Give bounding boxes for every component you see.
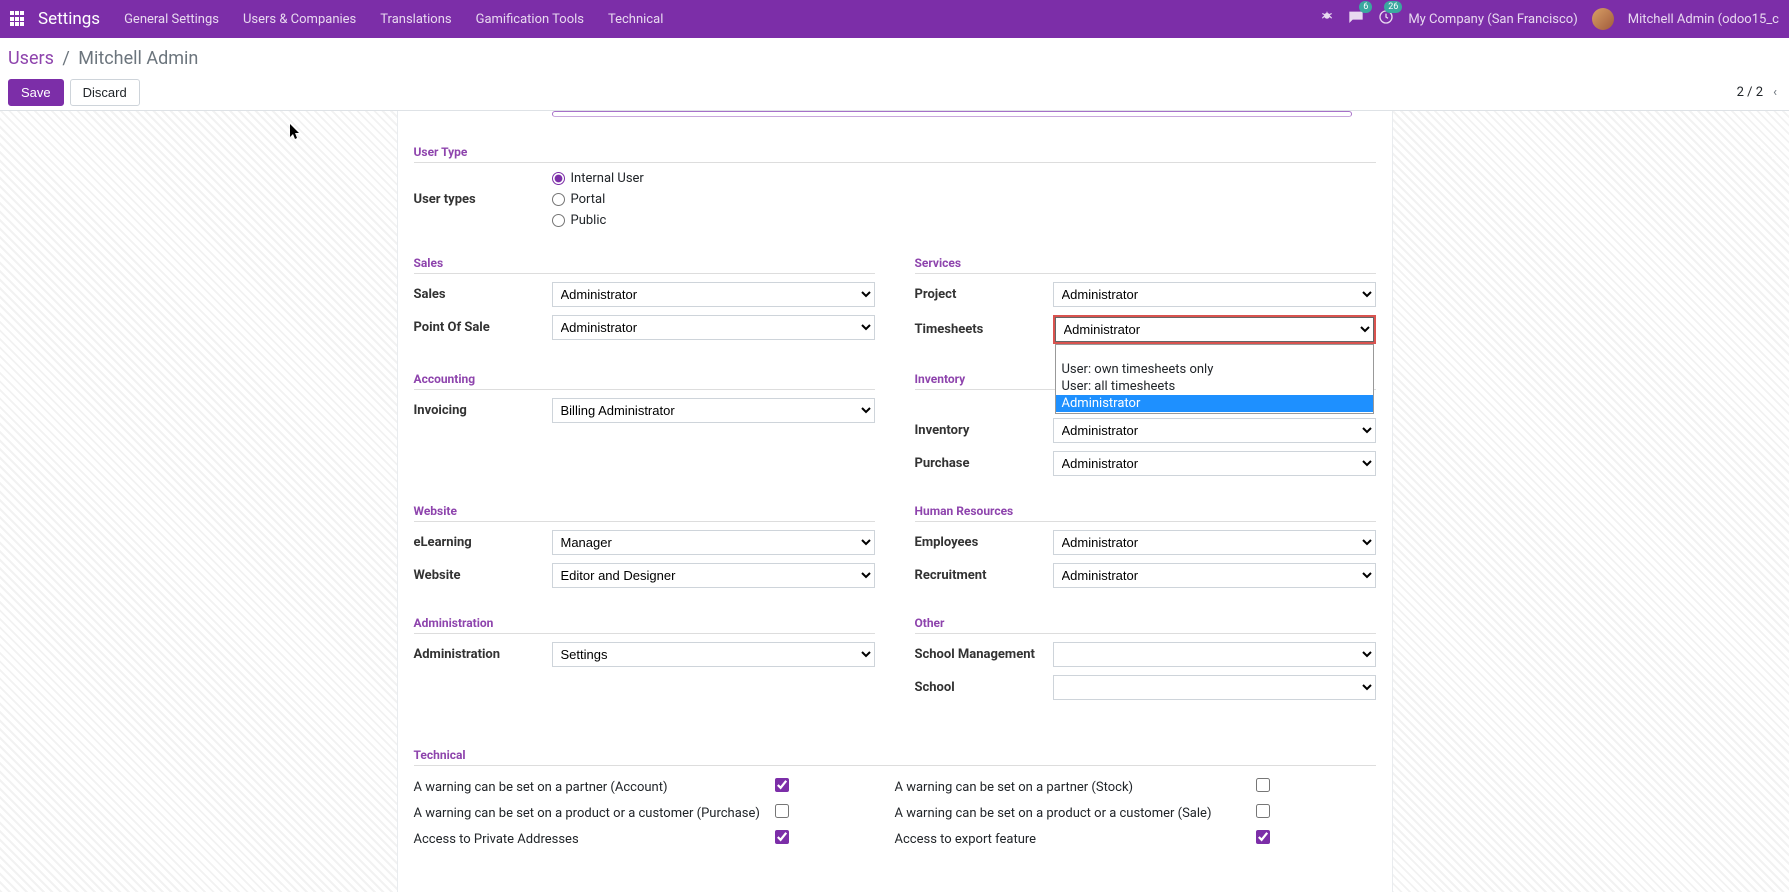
label-purchase: Purchase [915, 456, 1053, 471]
radio-internal-user[interactable]: Internal User [552, 171, 1376, 186]
section-accounting: Accounting [414, 372, 875, 390]
select-school[interactable] [1053, 675, 1376, 700]
tech-label-partner-account: A warning can be set on a partner (Accou… [414, 780, 775, 795]
pager-prev-icon[interactable]: ‹ [1769, 83, 1781, 102]
radio-portal-label: Portal [571, 192, 606, 207]
checkbox-product-sale[interactable] [1256, 804, 1270, 818]
radio-public-label: Public [571, 213, 607, 228]
timesheets-option-all[interactable]: User: all timesheets [1056, 378, 1373, 395]
app-title[interactable]: Settings [38, 9, 100, 29]
breadcrumb: Users / Mitchell Admin [8, 48, 1781, 69]
tech-label-product-purchase: A warning can be set on a product or a c… [414, 806, 775, 821]
messages-badge: 6 [1359, 1, 1372, 13]
pager-text[interactable]: 2 / 2 [1737, 85, 1763, 100]
checkbox-product-purchase[interactable] [775, 804, 789, 818]
checkbox-private-addr[interactable] [775, 830, 789, 844]
tech-label-product-sale: A warning can be set on a product or a c… [895, 806, 1256, 821]
radio-public-input[interactable] [552, 214, 565, 227]
label-timesheets: Timesheets [915, 322, 1053, 337]
debug-icon[interactable] [1320, 10, 1334, 28]
action-bar: Users / Mitchell Admin Save Discard 2 / … [0, 38, 1789, 111]
select-website[interactable]: Editor and Designer [552, 563, 875, 588]
select-purchase[interactable]: Administrator [1053, 451, 1376, 476]
activities-badge: 26 [1384, 1, 1402, 13]
alert-bar-remnant [552, 111, 1352, 117]
select-recruitment[interactable]: Administrator [1053, 563, 1376, 588]
tech-row-0: A warning can be set on a partner (Accou… [414, 774, 1376, 800]
section-other: Other [915, 616, 1376, 634]
section-admin: Administration [414, 616, 875, 634]
select-invoicing[interactable]: Billing Administrator [552, 398, 875, 423]
label-sales: Sales [414, 287, 552, 302]
nav-gamification[interactable]: Gamification Tools [476, 12, 584, 27]
select-employees[interactable]: Administrator [1053, 530, 1376, 555]
radio-portal[interactable]: Portal [552, 192, 1376, 207]
section-services: Services [915, 256, 1376, 274]
company-switcher[interactable]: My Company (San Francisco) [1408, 12, 1577, 27]
label-project: Project [915, 287, 1053, 302]
checkbox-partner-stock[interactable] [1256, 778, 1270, 792]
section-user-type: User Type [414, 145, 1376, 163]
timesheets-option-admin[interactable]: Administrator [1056, 395, 1373, 412]
user-menu[interactable]: Mitchell Admin (odoo15_c [1628, 12, 1779, 27]
checkbox-partner-account[interactable] [775, 778, 789, 792]
form-sheet: User Type User types Internal User Porta… [397, 111, 1393, 892]
label-website: Website [414, 568, 552, 583]
save-button[interactable]: Save [8, 79, 64, 106]
messages-icon[interactable]: 6 [1348, 9, 1364, 29]
radio-public[interactable]: Public [552, 213, 1376, 228]
radio-portal-input[interactable] [552, 193, 565, 206]
label-invoicing: Invoicing [414, 403, 552, 418]
tech-label-private-addr: Access to Private Addresses [414, 832, 775, 847]
discard-button[interactable]: Discard [70, 79, 140, 106]
section-technical: Technical [414, 748, 1376, 766]
tech-label-export: Access to export feature [895, 832, 1256, 847]
label-pos: Point Of Sale [414, 320, 552, 335]
section-website: Website [414, 504, 875, 522]
radio-internal-user-label: Internal User [571, 171, 644, 186]
breadcrumb-users[interactable]: Users [8, 48, 54, 69]
breadcrumb-separator: / [62, 48, 69, 69]
nav-technical[interactable]: Technical [608, 12, 663, 27]
label-school: School [915, 680, 1053, 695]
label-user-types: User types [414, 192, 552, 207]
nav-general-settings[interactable]: General Settings [124, 12, 219, 27]
label-inventory: Inventory [915, 423, 1053, 438]
nav-translations[interactable]: Translations [380, 12, 451, 27]
user-types-radio-group: Internal User Portal Public [552, 171, 1376, 228]
select-project[interactable]: Administrator [1053, 282, 1376, 307]
label-employees: Employees [915, 535, 1053, 550]
timesheets-dropdown-list: User: own timesheets only User: all time… [1055, 344, 1374, 414]
select-administration[interactable]: Settings [552, 642, 875, 667]
activities-icon[interactable]: 26 [1378, 9, 1394, 29]
tech-label-partner-stock: A warning can be set on a partner (Stock… [895, 780, 1256, 795]
label-school-mgmt: School Management [915, 647, 1053, 662]
topbar: Settings General Settings Users & Compan… [0, 0, 1789, 38]
select-school-mgmt[interactable] [1053, 642, 1376, 667]
apps-icon[interactable] [10, 11, 26, 27]
tech-row-1: A warning can be set on a product or a c… [414, 800, 1376, 826]
select-inventory[interactable]: Administrator [1053, 418, 1376, 443]
technical-rows: A warning can be set on a partner (Accou… [414, 774, 1376, 852]
select-timesheets[interactable]: Administrator [1055, 317, 1374, 342]
timesheets-option-blank[interactable] [1056, 346, 1373, 361]
breadcrumb-current: Mitchell Admin [78, 48, 198, 69]
avatar[interactable] [1592, 8, 1614, 30]
timesheets-highlight-box: Administrator User: own timesheets only … [1053, 315, 1376, 344]
form-background: User Type User types Internal User Porta… [0, 111, 1789, 892]
label-recruitment: Recruitment [915, 568, 1053, 583]
checkbox-export[interactable] [1256, 830, 1270, 844]
label-elearning: eLearning [414, 535, 552, 550]
timesheets-option-own[interactable]: User: own timesheets only [1056, 361, 1373, 378]
select-pos[interactable]: Administrator [552, 315, 875, 340]
label-administration: Administration [414, 647, 552, 662]
tech-row-2: Access to Private Addresses Access to ex… [414, 826, 1376, 852]
radio-internal-user-input[interactable] [552, 172, 565, 185]
select-sales[interactable]: Administrator [552, 282, 875, 307]
section-sales: Sales [414, 256, 875, 274]
nav-users-companies[interactable]: Users & Companies [243, 12, 356, 27]
select-elearning[interactable]: Manager [552, 530, 875, 555]
section-hr: Human Resources [915, 504, 1376, 522]
